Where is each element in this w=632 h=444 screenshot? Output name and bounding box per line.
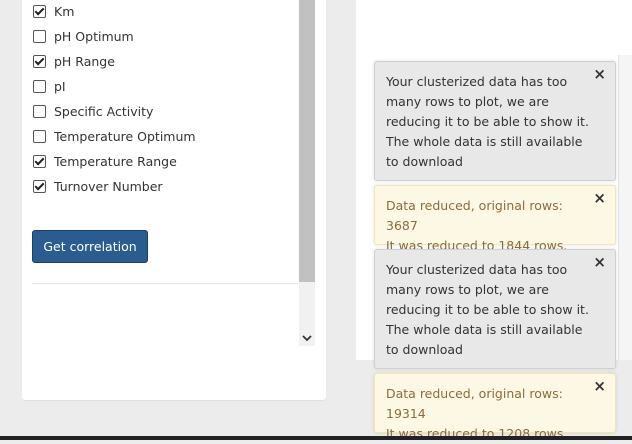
checklist-item-ph-range[interactable]: pH Range (33, 49, 293, 74)
checklist-item-label: Specific Activity (54, 104, 154, 119)
notification-data-reduced: × Data reduced, original rows: 19314 It … (374, 373, 616, 441)
checklist-item-km[interactable]: Km (33, 0, 293, 24)
close-icon[interactable]: × (593, 255, 606, 270)
chevron-down-icon[interactable] (299, 330, 315, 346)
window-bottom-edge (0, 436, 632, 440)
checklist-item-specific-activity[interactable]: Specific Activity (33, 99, 293, 124)
checklist-item-temperature-optimum[interactable]: Temperature Optimum (33, 124, 293, 149)
checkbox-icon[interactable] (33, 155, 46, 168)
checklist-item-temperature-range[interactable]: Temperature Range (33, 149, 293, 174)
checkbox-icon[interactable] (33, 5, 46, 18)
notification-rows-info: × Your clusterized data has too many row… (374, 249, 616, 369)
notification-line: Data reduced, original rows: 19314 (386, 386, 563, 421)
checkbox-icon[interactable] (33, 80, 46, 93)
checklist-item-label: Temperature Optimum (54, 129, 196, 144)
notification-text: Your clusterized data has too many rows … (386, 262, 589, 357)
checklist-item-pi[interactable]: pI (33, 74, 293, 99)
checklist-item-label: Km (54, 4, 75, 19)
panel-scrollbar[interactable] (299, 0, 315, 346)
variable-checklist: Km pH Optimum pH Range pI Specific Activ… (33, 0, 293, 199)
checklist-item-label: pI (54, 79, 66, 94)
close-icon[interactable]: × (593, 67, 606, 82)
divider (32, 283, 298, 284)
notification-line: It was reduced to 1208 rows. (386, 426, 568, 441)
checkbox-icon[interactable] (33, 30, 46, 43)
checklist-item-turnover-number[interactable]: Turnover Number (33, 174, 293, 199)
notification-line: Data reduced, original rows: 3687 (386, 198, 563, 233)
close-icon[interactable]: × (593, 191, 606, 206)
checklist-item-label: Turnover Number (54, 179, 163, 194)
checkbox-icon[interactable] (33, 105, 46, 118)
variables-panel: Km pH Optimum pH Range pI Specific Activ… (22, 0, 326, 400)
notification-text: Your clusterized data has too many rows … (386, 74, 589, 169)
plot-panel-edge (618, 55, 632, 360)
checkbox-icon[interactable] (33, 130, 46, 143)
checklist-item-ph-optimum[interactable]: pH Optimum (33, 24, 293, 49)
get-correlation-button[interactable]: Get correlation (32, 230, 148, 263)
notification-data-reduced: × Data reduced, original rows: 3687 It w… (374, 185, 616, 253)
checklist-item-label: Temperature Range (54, 154, 177, 169)
notification-rows-info: × Your clusterized data has too many row… (374, 61, 616, 181)
checklist-item-label: pH Range (54, 54, 115, 69)
checklist-item-label: pH Optimum (54, 29, 134, 44)
close-icon[interactable]: × (593, 379, 606, 394)
checkbox-icon[interactable] (33, 55, 46, 68)
scrollbar-thumb[interactable] (299, 0, 315, 282)
checkbox-icon[interactable] (33, 180, 46, 193)
